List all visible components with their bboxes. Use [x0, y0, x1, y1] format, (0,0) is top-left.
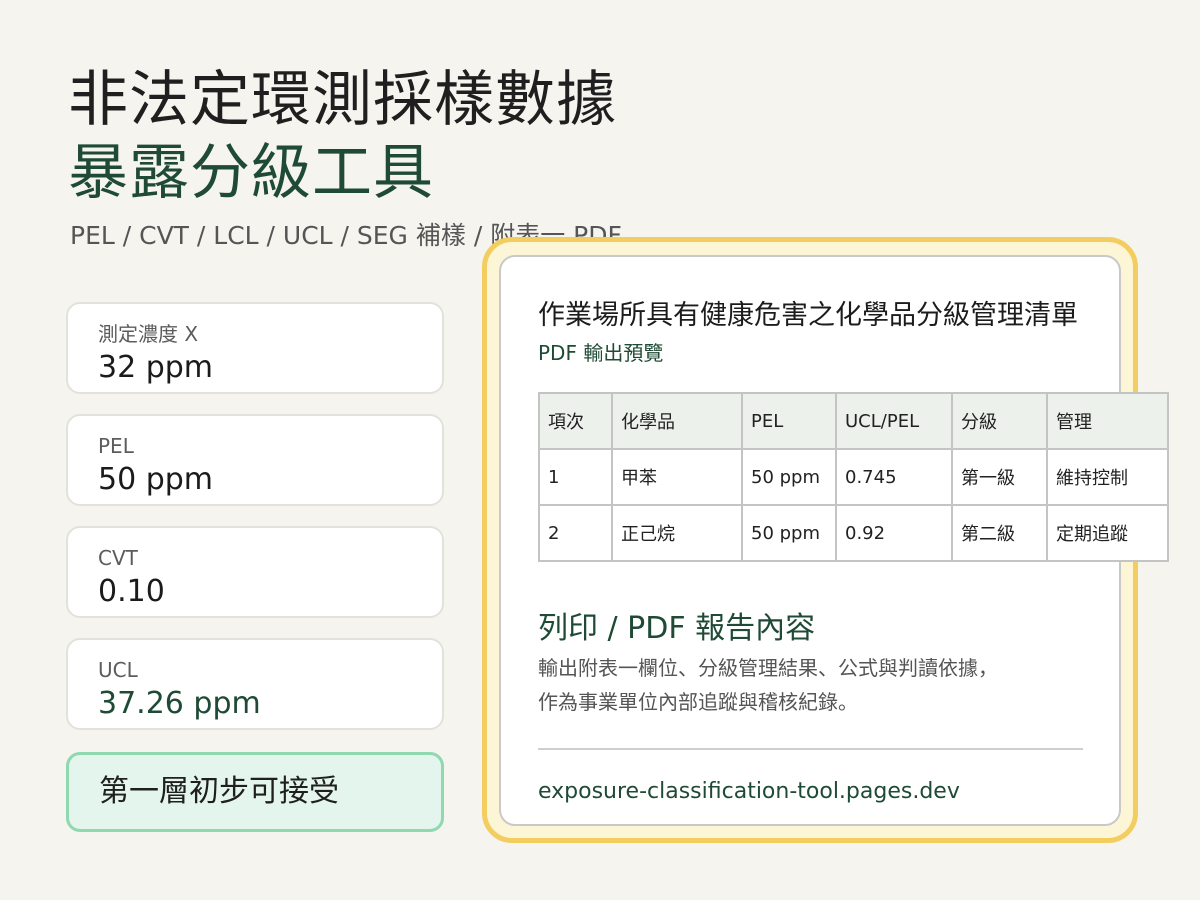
table-header-cell: UCL/PEL — [835, 392, 953, 450]
table-cell: 甲苯 — [611, 448, 743, 506]
table-cell: 0.92 — [835, 504, 953, 562]
metric-card-ucl: UCL 37.26 ppm — [66, 638, 444, 730]
metric-value: 37.26 ppm — [98, 686, 261, 721]
table-cell: 維持控制 — [1046, 448, 1169, 506]
divider — [538, 748, 1083, 750]
metric-card-cvt: CVT 0.10 — [66, 526, 444, 618]
page-title-line-1: 非法定環測採樣數據 — [68, 65, 617, 135]
table-header-cell: 管理 — [1046, 392, 1169, 450]
table-cell: 定期追蹤 — [1046, 504, 1169, 562]
table-row: 2 正己烷 50 ppm 0.92 第二級 定期追蹤 — [538, 504, 1169, 562]
report-description-line: 作為事業單位內部追蹤與稽核紀錄。 — [538, 690, 858, 714]
table-header-cell: PEL — [741, 392, 837, 450]
metric-value: 50 ppm — [98, 462, 214, 497]
metric-label: 測定濃度 X — [98, 322, 199, 346]
metric-card-concentration: 測定濃度 X 32 ppm — [66, 302, 444, 394]
footer-url: exposure-classification-tool.pages.dev — [538, 779, 960, 804]
metric-value: 32 ppm — [98, 350, 214, 385]
document-subtitle: PDF 輸出預覽 — [538, 341, 664, 365]
metric-label: CVT — [98, 546, 138, 570]
table-row: 1 甲苯 50 ppm 0.745 第一級 維持控制 — [538, 448, 1169, 506]
table-header-row: 項次 化學品 PEL UCL/PEL 分級 管理 — [538, 392, 1169, 450]
table-cell: 2 — [538, 504, 613, 562]
report-description-line: 輸出附表一欄位、分級管理結果、公式與判讀依據， — [538, 656, 998, 680]
metric-label: PEL — [98, 434, 134, 458]
table-cell: 1 — [538, 448, 613, 506]
table-cell: 正己烷 — [611, 504, 743, 562]
metric-card-pel: PEL 50 ppm — [66, 414, 444, 506]
table-cell: 第一級 — [951, 448, 1048, 506]
metric-label: UCL — [98, 658, 138, 682]
page-title-line-2: 暴露分級工具 — [68, 138, 434, 208]
metric-value: 0.10 — [98, 574, 165, 609]
table-header-cell: 項次 — [538, 392, 613, 450]
table-header-cell: 分級 — [951, 392, 1048, 450]
table-cell: 第二級 — [951, 504, 1048, 562]
classification-table: 項次 化學品 PEL UCL/PEL 分級 管理 1 甲苯 50 ppm 0.7… — [538, 392, 1169, 562]
table-cell: 0.745 — [835, 448, 953, 506]
report-section-heading: 列印 / PDF 報告內容 — [538, 611, 816, 646]
table-cell: 50 ppm — [741, 448, 837, 506]
document-title: 作業場所具有健康危害之化學品分級管理清單 — [538, 300, 1078, 331]
table-header-cell: 化學品 — [611, 392, 743, 450]
result-status-badge: 第一層初步可接受 — [66, 752, 444, 832]
table-cell: 50 ppm — [741, 504, 837, 562]
